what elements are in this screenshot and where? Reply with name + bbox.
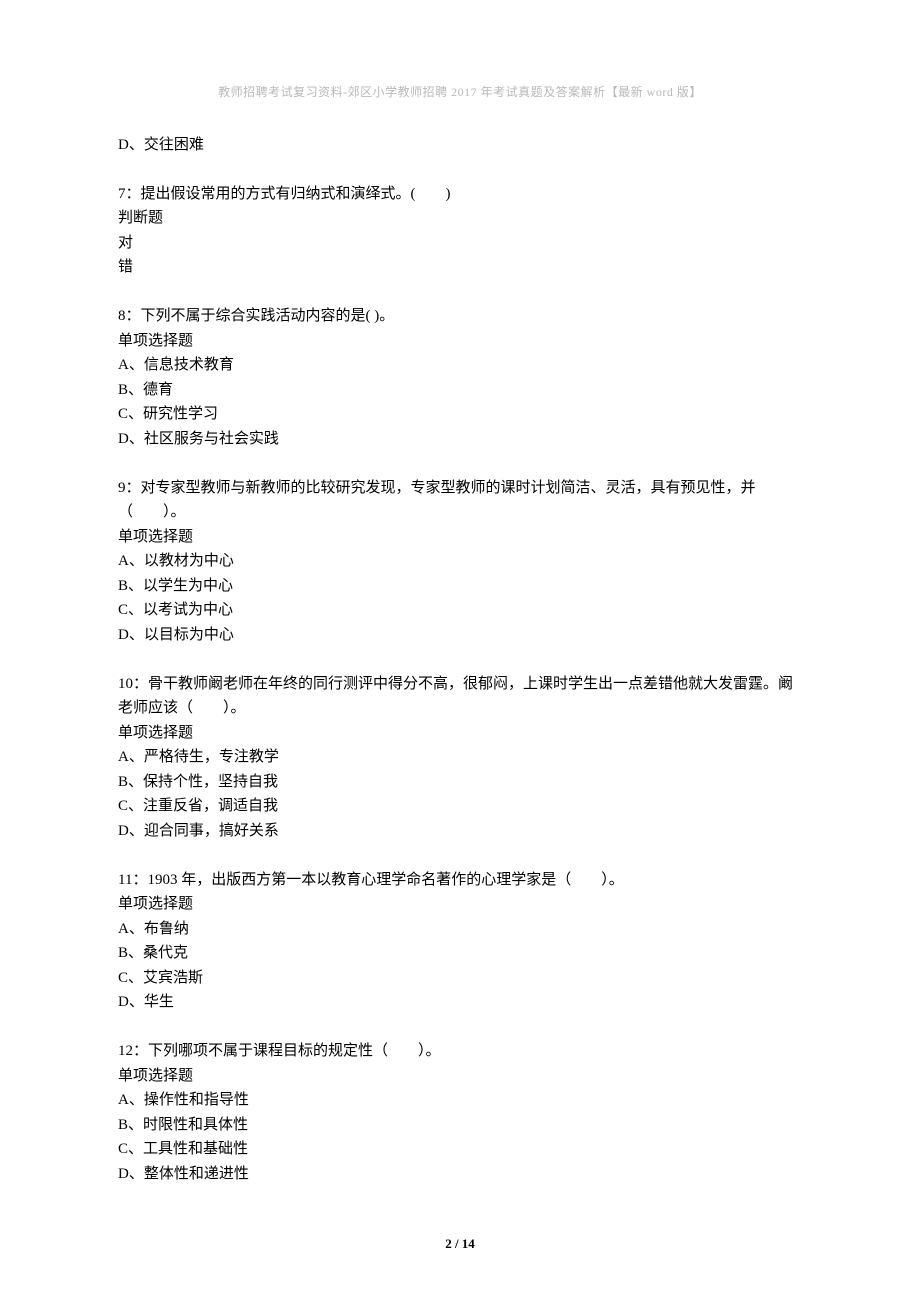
option-a: A、布鲁纳 <box>118 917 802 942</box>
question-6-partial: D、交往困难 <box>118 133 802 158</box>
question-type: 单项选择题 <box>118 329 802 354</box>
page-header: 教师招聘考试复习资料-郊区小学教师招聘 2017 年考试真题及答案解析【最新 w… <box>118 80 802 105</box>
option-d: D、华生 <box>118 990 802 1015</box>
option-d: D、社区服务与社会实践 <box>118 427 802 452</box>
option-c: C、工具性和基础性 <box>118 1137 802 1162</box>
question-stem: 12：下列哪项不属于课程目标的规定性（ ）。 <box>118 1039 802 1064</box>
option-d: D、交往困难 <box>118 133 802 158</box>
question-type: 判断题 <box>118 206 802 231</box>
question-type: 单项选择题 <box>118 892 802 917</box>
option-a: A、操作性和指导性 <box>118 1088 802 1113</box>
question-10: 10：骨干教师阚老师在年终的同行测评中得分不高，很郁闷，上课时学生出一点差错他就… <box>118 672 802 844</box>
option-d: D、整体性和递进性 <box>118 1162 802 1187</box>
question-stem: 9：对专家型教师与新教师的比较研究发现，专家型教师的课时计划简洁、灵活，具有预见… <box>118 476 802 525</box>
option-b: B、桑代克 <box>118 941 802 966</box>
document-page: 教师招聘考试复习资料-郊区小学教师招聘 2017 年考试真题及答案解析【最新 w… <box>0 0 920 1302</box>
option-a: A、严格待生，专注教学 <box>118 745 802 770</box>
option-d: D、迎合同事，搞好关系 <box>118 819 802 844</box>
option-c: C、艾宾浩斯 <box>118 966 802 991</box>
question-7: 7：提出假设常用的方式有归纳式和演绎式。( ) 判断题 对 错 <box>118 182 802 280</box>
option-a: A、信息技术教育 <box>118 353 802 378</box>
question-stem: 7：提出假设常用的方式有归纳式和演绎式。( ) <box>118 182 802 207</box>
question-type: 单项选择题 <box>118 721 802 746</box>
question-type: 单项选择题 <box>118 1064 802 1089</box>
question-8: 8：下列不属于综合实践活动内容的是( )。 单项选择题 A、信息技术教育 B、德… <box>118 304 802 451</box>
question-stem: 11：1903 年，出版西方第一本以教育心理学命名著作的心理学家是（ ）。 <box>118 868 802 893</box>
question-12: 12：下列哪项不属于课程目标的规定性（ ）。 单项选择题 A、操作性和指导性 B… <box>118 1039 802 1186</box>
question-9: 9：对专家型教师与新教师的比较研究发现，专家型教师的课时计划简洁、灵活，具有预见… <box>118 476 802 648</box>
question-stem: 10：骨干教师阚老师在年终的同行测评中得分不高，很郁闷，上课时学生出一点差错他就… <box>118 672 802 721</box>
option-c: C、研究性学习 <box>118 402 802 427</box>
option-b: B、德育 <box>118 378 802 403</box>
option-d: D、以目标为中心 <box>118 623 802 648</box>
option-true: 对 <box>118 231 802 256</box>
option-b: B、保持个性，坚持自我 <box>118 770 802 795</box>
option-b: B、以学生为中心 <box>118 574 802 599</box>
question-11: 11：1903 年，出版西方第一本以教育心理学命名著作的心理学家是（ ）。 单项… <box>118 868 802 1015</box>
question-stem: 8：下列不属于综合实践活动内容的是( )。 <box>118 304 802 329</box>
option-c: C、注重反省，调适自我 <box>118 794 802 819</box>
option-c: C、以考试为中心 <box>118 598 802 623</box>
question-type: 单项选择题 <box>118 525 802 550</box>
option-b: B、时限性和具体性 <box>118 1113 802 1138</box>
option-false: 错 <box>118 255 802 280</box>
page-number: 2 / 14 <box>0 1232 920 1257</box>
option-a: A、以教材为中心 <box>118 549 802 574</box>
